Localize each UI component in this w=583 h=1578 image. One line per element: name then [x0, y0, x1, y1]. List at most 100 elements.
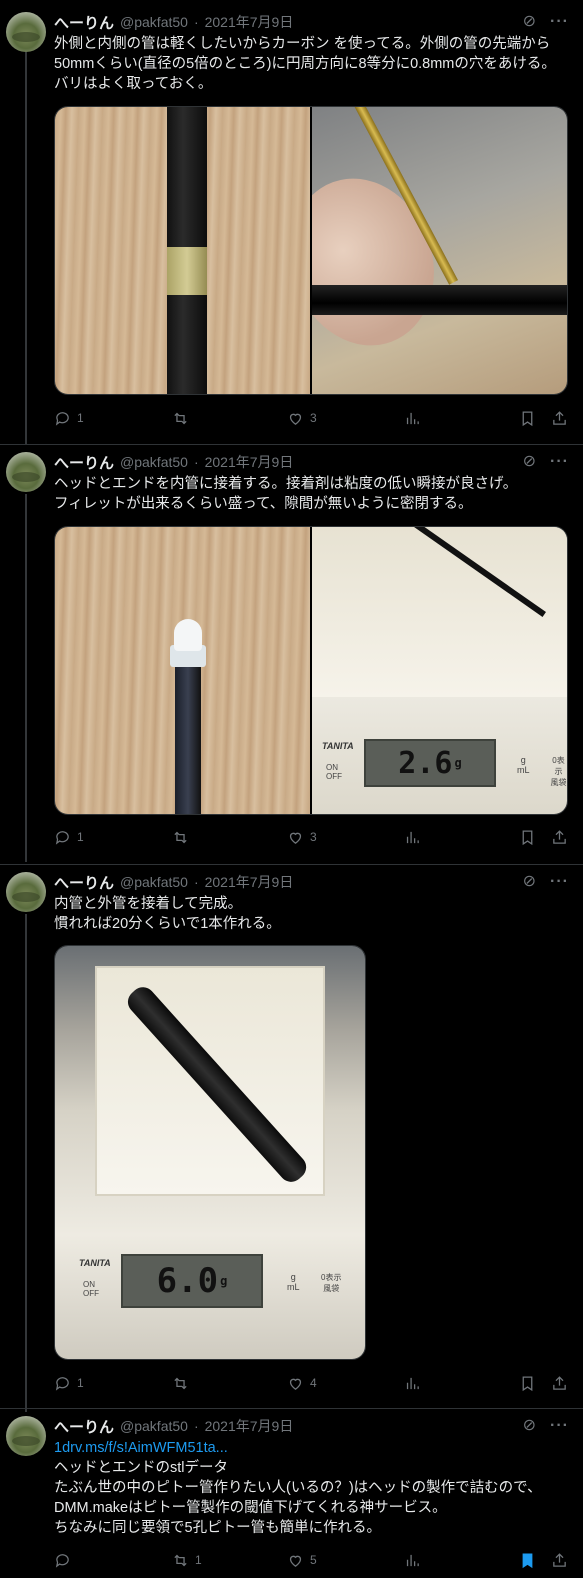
reply-button[interactable]: 1 — [54, 410, 84, 427]
grok-icon[interactable]: ⊘ — [523, 1418, 536, 1434]
share-button[interactable] — [551, 410, 568, 427]
like-button[interactable]: 4 — [287, 1375, 317, 1392]
avatar[interactable] — [6, 1416, 46, 1456]
share-button[interactable] — [551, 1375, 568, 1392]
header-icons: ⊘ ··· — [523, 14, 569, 30]
views-button[interactable] — [404, 829, 427, 846]
scale-zero-label: 0表示 風袋 — [321, 1273, 342, 1293]
reply-icon — [55, 830, 69, 845]
retweet-button[interactable]: 1 — [172, 1552, 202, 1569]
like-count: 4 — [310, 1376, 317, 1390]
avatar[interactable] — [6, 452, 46, 492]
divider — [0, 444, 583, 445]
scale-unit-label: g mL — [517, 755, 530, 775]
header-icons: ⊘ ··· — [523, 874, 569, 890]
grok-icon[interactable]: ⊘ — [523, 14, 536, 30]
views-button[interactable] — [404, 1552, 427, 1569]
tweet-date[interactable]: 2021年7月9日 — [205, 12, 294, 32]
retweet-button[interactable] — [172, 1375, 195, 1392]
bookmark-button[interactable] — [519, 1552, 536, 1569]
tweet-text-line: フィレットが出来るくらい盛って、隙間が無いように密閉する。 — [54, 496, 473, 512]
tweet-media[interactable]: TANITA 2.6 g ON OFF g mL 0表示 風袋 — [54, 526, 568, 815]
retweet-button[interactable] — [172, 829, 195, 846]
share-button[interactable] — [551, 829, 568, 846]
avatar[interactable] — [6, 872, 46, 912]
tweet-text-line: ヘッドとエンドのstlデータ — [54, 1460, 228, 1476]
tweet-date[interactable]: 2021年7月9日 — [205, 872, 294, 892]
grok-icon[interactable]: ⊘ — [523, 874, 536, 890]
tweet-date[interactable]: 2021年7月9日 — [205, 452, 294, 472]
retweet-icon — [174, 1377, 187, 1389]
like-count: 5 — [310, 1553, 317, 1567]
author-handle[interactable]: @pakfat50 — [120, 454, 188, 470]
photo-carbon-tube[interactable] — [55, 107, 310, 394]
tweet-text-line: 外側と内側の管は軽くしたいからカーボン を使ってる。外側の管の先端から — [54, 36, 551, 52]
tweet-text-line: ヘッドとエンドを内管に接着する。接着剤は粘度の低い瞬接が良さげ。 — [54, 476, 518, 492]
author-name[interactable]: へーりん — [54, 12, 114, 33]
like-count: 3 — [310, 830, 317, 844]
tweet-actions: 1 3 — [54, 827, 573, 847]
author-handle[interactable]: @pakfat50 — [120, 874, 188, 890]
tweet-text: 外側と内側の管は軽くしたいからカーボン を使ってる。外側の管の先端から 50mm… — [54, 34, 573, 94]
like-icon — [289, 1555, 302, 1567]
more-icon[interactable]: ··· — [550, 454, 569, 470]
tweet[interactable]: へーりん @pakfat50 · 2021年7月9日 ⊘ ··· 外側と内側の管… — [0, 8, 583, 438]
photo-scale-2-6g[interactable]: TANITA 2.6 g ON OFF g mL 0表示 風袋 — [312, 527, 567, 814]
tweet[interactable]: へーりん @pakfat50 · 2021年7月9日 ⊘ ··· 1drv.ms… — [0, 1414, 583, 1578]
external-link[interactable]: 1drv.ms/f/s!AimWFM51ta... — [54, 1438, 573, 1458]
reply-count: 1 — [77, 830, 84, 844]
tweet-media[interactable] — [54, 106, 568, 395]
views-button[interactable] — [404, 410, 427, 427]
reply-count: 1 — [77, 1376, 84, 1390]
separator-dot: · — [193, 14, 199, 30]
reply-icon — [55, 411, 69, 426]
tweet-text-line: バリはよく取っておく。 — [54, 76, 213, 92]
views-icon — [406, 1377, 419, 1389]
divider — [0, 864, 583, 865]
photo-drilling[interactable] — [312, 107, 567, 394]
share-icon — [553, 829, 566, 844]
bookmark-button[interactable] — [519, 1375, 536, 1392]
more-icon[interactable]: ··· — [550, 14, 569, 30]
bookmark-button[interactable] — [519, 829, 536, 846]
views-icon — [406, 831, 419, 843]
header-icons: ⊘ ··· — [523, 1418, 569, 1434]
bookmark-icon — [522, 410, 533, 426]
author-name[interactable]: へーりん — [54, 872, 114, 893]
more-icon[interactable]: ··· — [550, 1418, 569, 1434]
separator-dot: · — [193, 1418, 199, 1434]
tweet[interactable]: へーりん @pakfat50 · 2021年7月9日 ⊘ ··· ヘッドとエンド… — [0, 450, 583, 860]
tweet-text-line: ちなみに同じ要領で5孔ピトー管も簡単に作れる。 — [54, 1520, 382, 1536]
tweet-media[interactable]: TANITA 6.0 g ON OFF g mL 0表示 風袋 — [54, 945, 366, 1360]
scale-brand: TANITA — [79, 1258, 111, 1268]
author-handle[interactable]: @pakfat50 — [120, 1418, 188, 1434]
bookmark-icon — [522, 829, 533, 845]
like-button[interactable]: 3 — [287, 410, 317, 427]
reply-button[interactable] — [54, 1552, 77, 1569]
scale-unit-label: g mL — [287, 1272, 300, 1292]
separator-dot: · — [193, 874, 199, 890]
photo-scale-6-0g[interactable]: TANITA 6.0 g ON OFF g mL 0表示 風袋 — [55, 946, 365, 1359]
reply-icon — [55, 1553, 69, 1568]
photo-pitot-head[interactable] — [55, 527, 310, 814]
like-button[interactable]: 3 — [287, 829, 317, 846]
retweet-button[interactable] — [172, 410, 195, 427]
grok-icon[interactable]: ⊘ — [523, 454, 536, 470]
avatar[interactable] — [6, 12, 46, 52]
tweet[interactable]: へーりん @pakfat50 · 2021年7月9日 ⊘ ··· 内管と外管を接… — [0, 870, 583, 1400]
bookmark-button[interactable] — [519, 410, 536, 427]
author-name[interactable]: へーりん — [54, 1416, 114, 1437]
like-button[interactable]: 5 — [287, 1552, 317, 1569]
views-button[interactable] — [404, 1375, 427, 1392]
share-button[interactable] — [551, 1552, 568, 1569]
tweet-text-line: 内管と外管を接着して完成。 — [54, 896, 243, 912]
tweet-date[interactable]: 2021年7月9日 — [205, 1416, 294, 1436]
reply-button[interactable]: 1 — [54, 1375, 84, 1392]
tweet-header: へーりん @pakfat50 · 2021年7月9日 — [54, 1415, 293, 1437]
author-name[interactable]: へーりん — [54, 452, 114, 473]
reply-button[interactable]: 1 — [54, 829, 84, 846]
scale-brand: TANITA — [322, 741, 354, 751]
more-icon[interactable]: ··· — [550, 874, 569, 890]
author-handle[interactable]: @pakfat50 — [120, 14, 188, 30]
tweet-text: ヘッドとエンドを内管に接着する。接着剤は粘度の低い瞬接が良さげ。 フィレットが出… — [54, 474, 573, 514]
